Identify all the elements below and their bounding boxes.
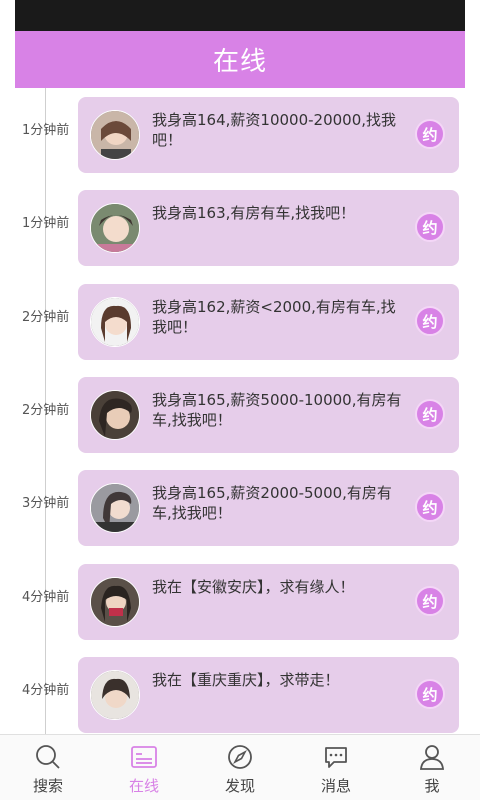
user-message: 我身高165,薪资5000-10000,有房有车,找我吧！ (152, 391, 402, 429)
time-label: 1分钟前 (22, 216, 70, 231)
avatar[interactable] (90, 670, 140, 720)
date-request-button[interactable]: 约 (415, 586, 445, 616)
tab-online[interactable]: 在线 (96, 735, 192, 800)
date-request-button[interactable]: 约 (415, 679, 445, 709)
tab-label: 消息 (320, 777, 351, 795)
user-card[interactable]: 我身高165,薪资5000-10000,有房有车,找我吧！ 约 (78, 377, 459, 453)
user-message: 我身高164,薪资10000-20000,找我吧！ (152, 111, 397, 149)
tab-messages[interactable]: 消息 (288, 735, 384, 800)
avatar[interactable] (90, 297, 140, 347)
status-bar (15, 0, 465, 31)
date-request-button[interactable]: 约 (415, 492, 445, 522)
avatar[interactable] (90, 110, 140, 160)
chat-bubble-icon (325, 747, 347, 768)
tab-me[interactable]: 我 (384, 735, 480, 800)
compass-icon (228, 745, 252, 769)
list-item: 3分钟前 我身高165,薪资2000-5000,有房有车,找我吧！ 约 (0, 470, 480, 546)
user-message: 我身高162,薪资<2000,有房有车,找我吧！ (152, 298, 396, 336)
list-item: 2分钟前 我身高165,薪资5000-10000,有房有车,找我吧！ 约 (0, 377, 480, 453)
list-item: 4分钟前 我在【安徽安庆】，求有缘人！ 约 (0, 564, 480, 640)
tab-label: 在线 (128, 777, 159, 795)
tab-label: 搜索 (32, 777, 63, 795)
user-card[interactable]: 我身高165,薪资2000-5000,有房有车,找我吧！ 约 (78, 470, 459, 546)
list-item: 4分钟前 我在【重庆重庆】，求带走！ 约 (0, 657, 480, 733)
time-label: 2分钟前 (22, 310, 70, 325)
page-title: 在线 (15, 31, 465, 88)
tab-discover[interactable]: 发现 (192, 735, 288, 800)
user-card[interactable]: 我在【重庆重庆】，求带走！ 约 (78, 657, 459, 733)
tab-label: 我 (424, 777, 440, 795)
time-label: 1分钟前 (22, 123, 70, 138)
bottom-tab-bar: 搜索 在线 发现 消息 我 (0, 734, 480, 800)
list-item: 1分钟前 我身高163,有房有车,找我吧！ 约 (0, 190, 480, 266)
user-card[interactable]: 我身高164,薪资10000-20000,找我吧！ 约 (78, 97, 459, 173)
date-request-button[interactable]: 约 (415, 306, 445, 336)
avatar[interactable] (90, 577, 140, 627)
date-request-button[interactable]: 约 (415, 119, 445, 149)
user-card[interactable]: 我在【安徽安庆】，求有缘人！ 约 (78, 564, 459, 640)
person-icon (420, 745, 444, 770)
avatar[interactable] (90, 390, 140, 440)
tab-search[interactable]: 搜索 (0, 735, 96, 800)
search-icon (36, 745, 60, 769)
online-feed[interactable]: 1分钟前 我身高164,薪资10000-20000,找我吧！ 约 1分钟前 我身… (0, 88, 480, 734)
user-message: 我在【重庆重庆】，求带走！ (152, 671, 340, 689)
list-item: 2分钟前 我身高162,薪资<2000,有房有车,找我吧！ 约 (0, 284, 480, 360)
user-message: 我身高163,有房有车,找我吧！ (152, 204, 356, 222)
avatar[interactable] (90, 483, 140, 533)
list-item: 1分钟前 我身高164,薪资10000-20000,找我吧！ 约 (0, 97, 480, 173)
user-card[interactable]: 我身高162,薪资<2000,有房有车,找我吧！ 约 (78, 284, 459, 360)
date-request-button[interactable]: 约 (415, 212, 445, 242)
user-message: 我身高165,薪资2000-5000,有房有车,找我吧！ (152, 484, 392, 522)
list-icon (131, 746, 157, 768)
time-label: 2分钟前 (22, 403, 70, 418)
user-card[interactable]: 我身高163,有房有车,找我吧！ 约 (78, 190, 459, 266)
date-request-button[interactable]: 约 (415, 399, 445, 429)
user-message: 我在【安徽安庆】，求有缘人！ (152, 578, 355, 596)
time-label: 4分钟前 (22, 683, 70, 698)
tab-label: 发现 (224, 777, 255, 795)
avatar[interactable] (90, 203, 140, 253)
time-label: 4分钟前 (22, 590, 70, 605)
time-label: 3分钟前 (22, 496, 70, 511)
